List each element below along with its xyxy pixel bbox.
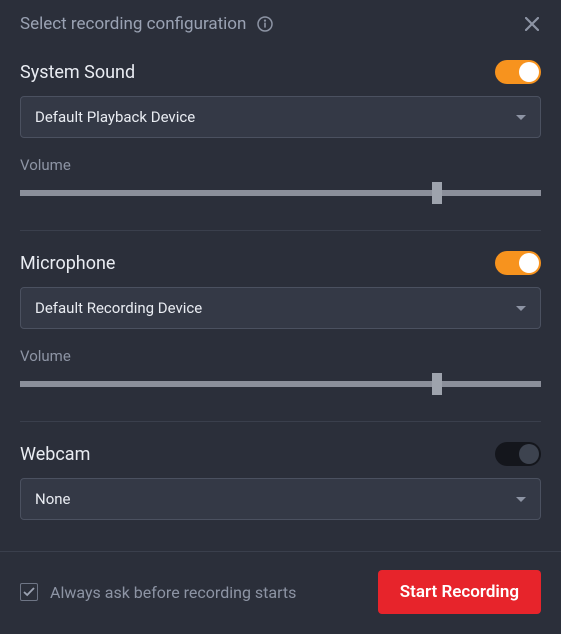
system-sound-title: System Sound [20, 62, 135, 83]
chevron-down-icon [516, 306, 526, 311]
microphone-section: Microphone Default Recording Device Volu… [0, 239, 561, 403]
microphone-volume-label: Volume [20, 347, 541, 365]
divider [20, 230, 541, 231]
system-sound-volume-slider[interactable] [20, 182, 541, 204]
panel-title: Select recording configuration [20, 14, 246, 34]
divider [20, 421, 541, 422]
microphone-toggle[interactable] [495, 251, 541, 275]
system-sound-device-value: Default Playback Device [35, 108, 195, 126]
system-sound-toggle[interactable] [495, 60, 541, 84]
microphone-title: Microphone [20, 253, 115, 274]
webcam-title: Webcam [20, 444, 90, 465]
microphone-device-value: Default Recording Device [35, 299, 202, 317]
webcam-device-select[interactable]: None [20, 478, 541, 520]
close-icon[interactable] [523, 15, 541, 33]
system-sound-device-select[interactable]: Default Playback Device [20, 96, 541, 138]
info-icon[interactable] [256, 15, 274, 33]
always-ask-checkbox[interactable] [20, 583, 38, 601]
recording-config-panel: Select recording configuration System So… [0, 0, 561, 634]
slider-thumb[interactable] [432, 182, 442, 204]
microphone-volume-slider[interactable] [20, 373, 541, 395]
slider-thumb[interactable] [432, 373, 442, 395]
panel-footer: Always ask before recording starts Start… [0, 551, 561, 634]
panel-header: Select recording configuration [0, 0, 561, 48]
webcam-device-value: None [35, 490, 71, 508]
microphone-device-select[interactable]: Default Recording Device [20, 287, 541, 329]
chevron-down-icon [516, 115, 526, 120]
always-ask-label: Always ask before recording starts [50, 583, 296, 602]
webcam-toggle[interactable] [495, 442, 541, 466]
webcam-section: Webcam None [0, 430, 561, 528]
start-recording-button[interactable]: Start Recording [378, 570, 541, 614]
chevron-down-icon [516, 497, 526, 502]
system-sound-section: System Sound Default Playback Device Vol… [0, 48, 561, 212]
system-sound-volume-label: Volume [20, 156, 541, 174]
